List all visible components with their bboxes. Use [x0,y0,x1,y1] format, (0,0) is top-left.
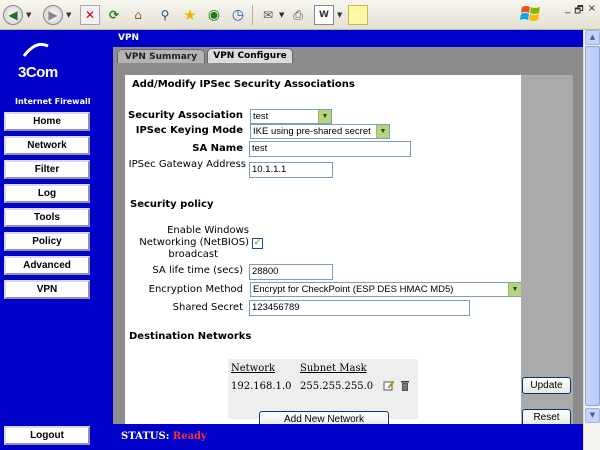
restore-icon[interactable]: 🗗 [574,3,583,20]
shared-secret-input[interactable]: 123456789 [249,300,470,316]
3com-swoosh-icon [22,42,49,57]
gateway-input[interactable]: 10.1.1.1 [249,162,333,178]
stop-icon[interactable]: ✕ [80,5,100,25]
sa-select-value: test [253,111,269,122]
mail-dropdown-icon[interactable]: ▼ [279,11,284,19]
home-icon[interactable]: ⌂ [128,5,148,25]
back-dropdown-icon[interactable]: ▼ [26,11,31,19]
gateway-label: IPSec Gateway Address [128,159,246,170]
edit-dropdown-icon[interactable]: ▼ [337,11,342,19]
sa-name-label: SA Name [192,143,243,154]
page-title: VPN [113,30,583,47]
product-label: Internet Firewall [15,97,91,106]
forward-dropdown-icon[interactable]: ▼ [66,11,71,19]
keying-mode-label: IPSec Keying Mode [135,125,243,136]
status-value: Ready [172,431,207,442]
update-button[interactable]: Update [522,377,571,394]
nav-vpn-button[interactable]: VPN [4,280,90,299]
scroll-down-icon[interactable]: ▼ [585,408,600,423]
windows-logo-icon [520,6,540,21]
browser-toolbar: ◀ ▼ ▶ ▼ ✕ ⟳ ⌂ ⚲ ★ ◉ ◷ ✉ ▼ ⎙ W ▼ _ 🗗 × [0,0,600,30]
status-label: STATUS: [121,431,170,442]
subnet-mask-cell: 255.255.255.0 [300,381,374,392]
destination-networks-heading: Destination Networks [129,331,252,342]
history-icon[interactable]: ◷ [228,5,248,25]
vertical-scrollbar[interactable]: ▲ ▼ [583,30,600,450]
scroll-up-icon[interactable]: ▲ [585,30,600,45]
toolbar-separator [252,5,253,25]
status-bar: STATUS: Ready [113,424,583,450]
main-frame: VPN VPN Summary VPN Configure Add/Modify… [113,30,583,450]
sa-select[interactable]: test ▼ [250,109,332,124]
column-subnet-mask: Subnet Mask [300,363,367,374]
trash-icon[interactable] [400,379,410,391]
tab-vpn-summary[interactable]: VPN Summary [117,49,205,63]
netbios-label-line1: Enable Windows [167,225,249,236]
tab-strip: VPN Summary VPN Configure [113,47,583,63]
chevron-down-icon[interactable]: ▼ [508,283,521,296]
sa-name-input[interactable]: test [249,141,411,157]
nav-log-button[interactable]: Log [4,184,90,203]
mail-icon[interactable]: ✉ [258,5,278,25]
nav-filter-button[interactable]: Filter [4,160,90,179]
keying-mode-select[interactable]: IKE using pre-shared secret ▼ [250,124,390,139]
lifetime-input[interactable]: 28800 [249,264,333,280]
nav-advanced-button[interactable]: Advanced [4,256,90,275]
window-controls: _ 🗗 × [565,3,596,20]
column-network: Network [231,363,276,374]
destination-table: Network Subnet Mask 192.168.1.0 255.255.… [228,359,418,419]
nav-home-button[interactable]: Home [4,112,90,131]
close-icon[interactable]: × [588,3,596,20]
encryption-select[interactable]: Encrypt for CheckPoint (ESP DES HMAC MD5… [250,282,522,297]
security-policy-heading: Security policy [130,199,214,210]
shared-secret-label: Shared Secret [172,302,243,313]
sa-label: Security Association [128,110,243,121]
refresh-icon[interactable]: ⟳ [104,5,124,25]
edit-icon[interactable]: W [314,5,334,25]
netbios-checkbox[interactable]: ✓ [252,238,263,249]
nav-policy-button[interactable]: Policy [4,232,90,251]
back-icon[interactable]: ◀ [3,5,23,25]
favorites-icon[interactable]: ★ [180,5,200,25]
netbios-label-line3: broadcast [168,249,218,260]
nav-tools-button[interactable]: Tools [4,208,90,227]
nav-network-button[interactable]: Network [4,136,90,155]
discuss-icon[interactable] [348,5,368,25]
left-nav: 3Com Internet Firewall Home Network Filt… [0,30,113,450]
print-icon[interactable]: ⎙ [288,5,308,25]
logout-button[interactable]: Logout [4,426,90,445]
edit-pencil-icon[interactable] [383,379,395,391]
tab-vpn-configure[interactable]: VPN Configure [207,48,293,63]
scrollbar-thumb[interactable] [585,46,600,406]
media-icon[interactable]: ◉ [204,5,224,25]
network-cell: 192.168.1.0 [231,381,292,392]
keying-mode-value: IKE using pre-shared secret [253,126,371,137]
encryption-label: Encryption Method [148,284,243,295]
minimize-icon[interactable]: _ [565,3,570,20]
chevron-down-icon[interactable]: ▼ [318,110,331,123]
section-title: Add/Modify IPSec Security Associations [132,79,355,90]
netbios-label-line2: Networking (NetBIOS) [139,237,249,248]
lifetime-label: SA life time (secs) [152,265,243,276]
encryption-select-value: Encrypt for CheckPoint (ESP DES HMAC MD5… [253,284,454,295]
brand-logo: 3Com [18,64,58,81]
forward-icon[interactable]: ▶ [43,5,63,25]
chevron-down-icon[interactable]: ▼ [376,125,389,138]
search-icon[interactable]: ⚲ [155,5,175,25]
